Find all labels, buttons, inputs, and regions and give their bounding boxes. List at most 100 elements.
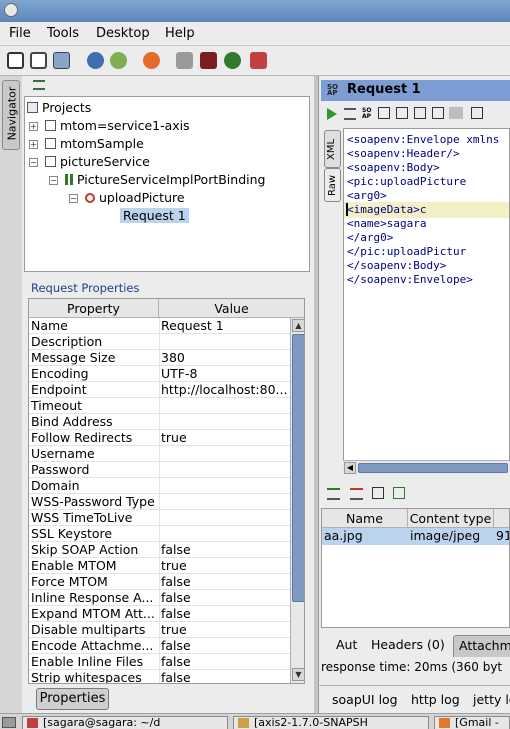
tab-attachments[interactable]: Attachm [453,635,510,657]
xml-editor[interactable]: <soapenv:Envelope xmlns <soapenv:Header/… [343,128,510,474]
create-empty-icon[interactable] [471,107,483,119]
help-icon[interactable] [87,52,104,69]
table-row[interactable]: Endpoint http://localhost:80... [29,382,291,398]
app-icon[interactable] [4,3,18,17]
taskbar-item[interactable]: [Gmail - [434,716,510,729]
export-attachment-icon[interactable] [372,487,384,499]
property-value[interactable]: false [161,670,289,683]
property-value[interactable] [161,462,289,478]
table-row[interactable]: Domain [29,478,291,494]
property-value[interactable]: http://localhost:80... [161,382,289,398]
property-value[interactable]: UTF-8 [161,366,289,382]
properties-button[interactable]: Properties [36,688,109,710]
table-row[interactable]: WSS TimeToLive [29,510,291,526]
property-value[interactable] [161,398,289,414]
menu-desktop[interactable]: Desktop [96,26,150,41]
tree-node-project[interactable]: mtomSample [45,136,144,151]
reload-attachment-icon[interactable] [393,487,405,499]
raw-view-tab[interactable]: Raw [324,168,341,202]
table-row[interactable]: Message Size 380 [29,350,291,366]
preferences-icon[interactable] [110,52,127,69]
xml-view-tab[interactable]: XML [324,130,341,168]
save-all-icon[interactable] [53,52,70,69]
table-row[interactable]: WSS-Password Type [29,494,291,510]
scroll-thumb[interactable] [292,334,304,602]
monitor-icon[interactable] [200,52,217,69]
menu-tools[interactable]: Tools [47,26,79,41]
property-value[interactable] [161,526,289,542]
attachment-type-header[interactable]: Content type [408,509,494,528]
layout-icon[interactable] [432,107,444,119]
menu-file[interactable]: File [9,26,31,41]
taskbar-item[interactable]: [sagara@sagara: ~/d [22,716,228,729]
soap-action-icon[interactable]: SO AP [362,108,374,120]
properties-scrollbar[interactable]: ▲ ▼ [290,318,304,683]
property-value[interactable]: false [161,542,289,558]
collapse-tree-icon[interactable] [33,80,45,90]
table-row[interactable]: Skip SOAP Action false [29,542,291,558]
tree-node-request[interactable]: Request 1 [105,208,189,223]
property-value[interactable]: true [161,622,289,638]
import-project-icon[interactable] [30,52,47,69]
tools-scissors-icon[interactable] [176,52,193,69]
table-row[interactable]: Enable Inline Files false [29,654,291,670]
table-row[interactable]: Enable MTOM true [29,558,291,574]
tree-node-interface[interactable]: PictureServiceImplPortBinding [65,172,265,187]
navigator-tab[interactable]: Navigator [2,80,20,150]
launch-icon[interactable] [224,52,241,69]
tab-soapui-log[interactable]: soapUI log [332,692,398,707]
property-value[interactable]: false [161,590,289,606]
show-desktop-icon[interactable] [2,717,16,728]
tree-node-project[interactable]: mtom=service1-axis [45,118,190,133]
expand-toggle[interactable]: + [29,122,38,131]
scroll-left-icon[interactable]: ◀ [344,462,356,474]
property-value[interactable] [161,478,289,494]
attachment-name-header[interactable]: Name [322,509,408,528]
table-row[interactable]: Strip whitespaces false [29,670,291,683]
property-value[interactable] [161,510,289,526]
table-row[interactable]: Timeout [29,398,291,414]
tab-auth[interactable]: Aut [331,635,362,657]
property-value[interactable]: false [161,638,289,654]
tree-node-operation[interactable]: uploadPicture [85,190,185,205]
tab-jetty-log[interactable]: jetty lo [473,692,510,707]
refresh-icon[interactable] [143,52,160,69]
menu-help[interactable]: Help [165,26,195,41]
table-row[interactable]: Encoding UTF-8 [29,366,291,382]
property-column-header[interactable]: Property [29,299,159,318]
exit-icon[interactable] [250,52,267,69]
taskbar-item[interactable]: [axis2-1.7.0-SNAPSH [233,716,429,729]
add-attachment-icon[interactable] [327,488,340,500]
new-project-icon[interactable] [7,52,24,69]
table-row[interactable]: Name Request 1 [29,318,291,334]
attachment-size-header[interactable] [494,509,509,528]
table-row[interactable]: Expand MTOM Att... false [29,606,291,622]
property-value[interactable] [161,494,289,510]
xml-horizontal-scrollbar[interactable]: ◀ [343,460,510,474]
property-value[interactable] [161,414,289,430]
table-row[interactable]: SSL Keystore [29,526,291,542]
collapse-toggle[interactable]: − [29,158,38,167]
remove-attachment-icon[interactable] [350,488,363,500]
collapse-toggle[interactable]: − [69,194,78,203]
property-value[interactable]: 380 [161,350,289,366]
table-row[interactable]: Description [29,334,291,350]
add-to-testcase-icon[interactable] [344,108,356,120]
property-value[interactable]: true [161,558,289,574]
scroll-up-icon[interactable]: ▲ [292,319,304,332]
property-value[interactable]: true [161,430,289,446]
property-value[interactable] [161,334,289,350]
table-row[interactable]: Encode Attachme... false [29,638,291,654]
property-value[interactable]: false [161,606,289,622]
value-column-header[interactable]: Value [159,299,304,318]
property-value[interactable]: false [161,654,289,670]
scroll-down-icon[interactable]: ▼ [292,668,304,681]
table-row[interactable]: Username [29,446,291,462]
split-view-icon[interactable] [396,107,408,119]
cancel-request-icon[interactable] [449,107,463,119]
table-row[interactable]: Password [29,462,291,478]
tab-headers[interactable]: Headers (0) [366,635,450,657]
property-value[interactable] [161,446,289,462]
collapse-toggle[interactable]: − [49,176,58,185]
property-value[interactable]: false [161,574,289,590]
